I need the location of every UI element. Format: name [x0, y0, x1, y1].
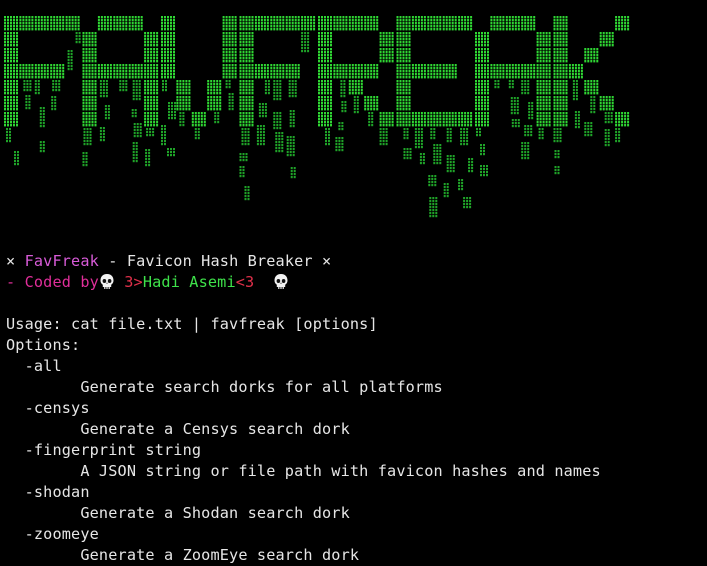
option-desc-fingerprint: A JSON string or file path with favicon …	[6, 462, 601, 480]
close-mark-right: ⨯	[322, 252, 332, 270]
ascii-art-banner	[4, 16, 634, 232]
option-desc-all: Generate search dorks for all platforms	[6, 378, 443, 396]
author-line: - Coded by 3>Hadi Asemi<3	[6, 272, 289, 293]
author-suffix-marks: <3	[235, 273, 273, 291]
option-flag-all: -all	[6, 357, 62, 375]
title-line: ⨯ FavFreak - Favicon Hash Breaker ⨯	[6, 251, 331, 272]
option-flag-shodan: -shodan	[6, 483, 90, 501]
coded-by-label: - Coded by	[6, 273, 99, 291]
options-heading: Options:	[6, 336, 81, 354]
app-subtitle: - Favicon Hash Breaker	[98, 252, 323, 270]
author-prefix-marks: 3>	[114, 273, 143, 291]
option-desc-shodan: Generate a Shodan search dork	[6, 504, 350, 522]
terminal-window: ⨯ FavFreak - Favicon Hash Breaker ⨯ - Co…	[0, 0, 707, 566]
app-name: FavFreak	[24, 252, 99, 270]
usage-line: Usage: cat file.txt | favfreak [options]	[6, 315, 378, 333]
favfreak-logo-art	[4, 16, 630, 218]
option-flag-censys: -censys	[6, 399, 90, 417]
close-mark-left: ⨯	[6, 252, 16, 270]
banner-letters	[4, 16, 630, 218]
skull-icon	[100, 274, 114, 289]
option-desc-zoomeye: Generate a ZoomEye search dork	[6, 546, 360, 564]
option-flag-zoomeye: -zoomeye	[6, 525, 99, 543]
option-flag-fingerprint: -fingerprint string	[6, 441, 202, 459]
author-name: Hadi Asemi	[142, 273, 236, 291]
option-desc-censys: Generate a Censys search dork	[6, 420, 350, 438]
skull-icon	[274, 274, 288, 289]
